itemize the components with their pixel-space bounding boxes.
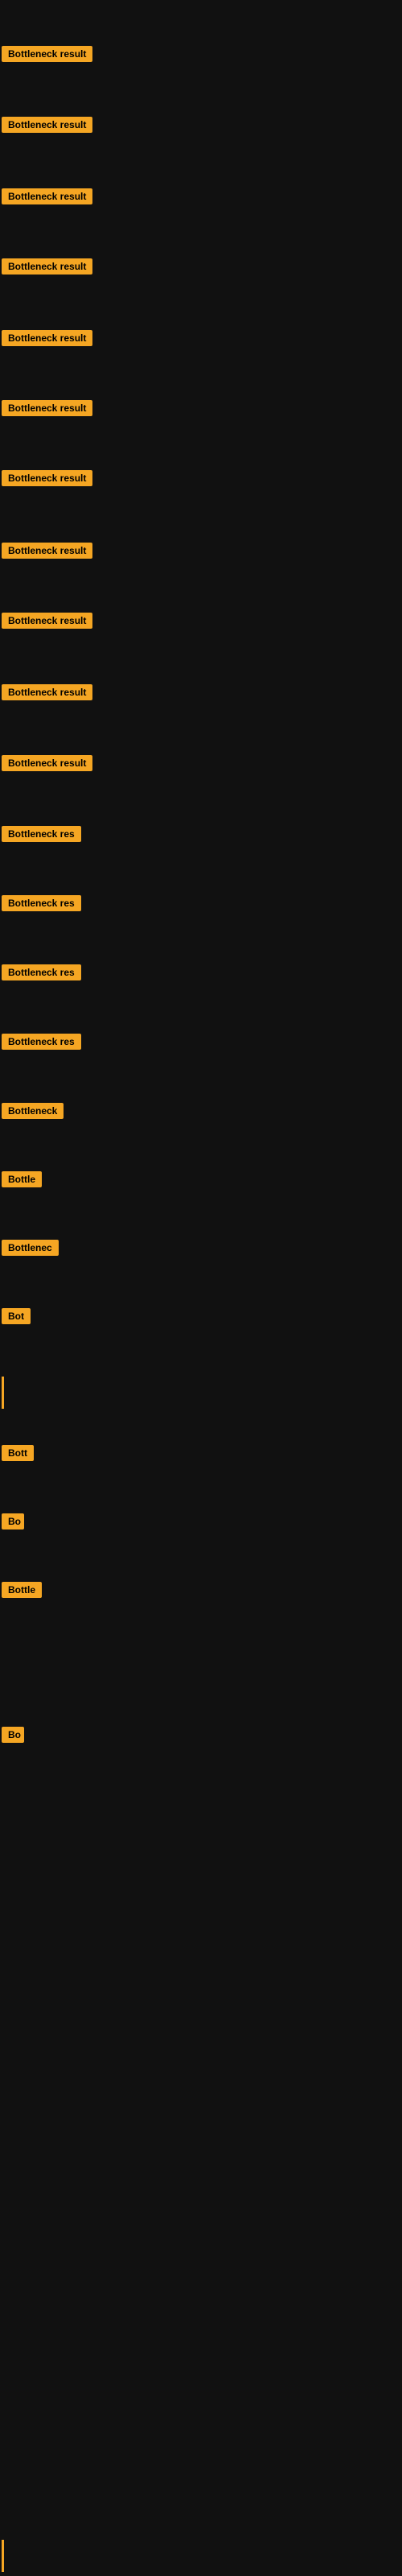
bottleneck-result-badge[interactable]: Bottleneck: [2, 1103, 64, 1123]
bottleneck-result-badge[interactable]: Bottleneck result: [2, 470, 92, 490]
badge-label: Bottleneck res: [2, 964, 81, 980]
badge-label: Bott: [2, 1445, 34, 1461]
site-title: [0, 0, 402, 10]
badge-label: Bottleneck result: [2, 755, 92, 771]
vertical-bar-accent: [2, 1377, 4, 1409]
badge-label: Bottleneck result: [2, 258, 92, 275]
badge-label: Bottleneck result: [2, 46, 92, 62]
badge-label: Bottleneck res: [2, 826, 81, 842]
bottleneck-result-badge[interactable]: Bott: [2, 1445, 34, 1465]
bottleneck-result-badge[interactable]: Bottleneck res: [2, 895, 81, 915]
badge-label: Bottlenec: [2, 1240, 59, 1256]
badge-label: Bottleneck result: [2, 117, 92, 133]
bottleneck-result-badge[interactable]: Bottleneck result: [2, 330, 92, 350]
badge-label: Bottleneck result: [2, 684, 92, 700]
bottleneck-result-badge[interactable]: Bottleneck result: [2, 755, 92, 775]
bottleneck-result-badge[interactable]: Bottleneck result: [2, 613, 92, 633]
badge-label: Bottleneck result: [2, 470, 92, 486]
bottleneck-result-badge[interactable]: Bo: [2, 1513, 24, 1534]
bottleneck-result-badge[interactable]: Bottleneck res: [2, 964, 81, 985]
badge-label: Bottleneck result: [2, 400, 92, 416]
bottleneck-result-badge[interactable]: Bot: [2, 1308, 31, 1328]
badge-label: Bottleneck result: [2, 613, 92, 629]
badge-label: Bottle: [2, 1171, 42, 1187]
badge-label: Bottleneck res: [2, 1034, 81, 1050]
bottleneck-result-badge[interactable]: Bottleneck result: [2, 543, 92, 563]
badge-label: Bot: [2, 1308, 31, 1324]
badge-label: Bottle: [2, 1582, 42, 1598]
bottleneck-result-badge[interactable]: Bottleneck res: [2, 826, 81, 846]
badge-label: Bo: [2, 1513, 24, 1530]
bottleneck-result-badge[interactable]: Bottleneck res: [2, 1034, 81, 1054]
badge-label: Bottleneck result: [2, 330, 92, 346]
badge-label: Bottleneck result: [2, 188, 92, 204]
bottleneck-result-badge[interactable]: Bottleneck result: [2, 188, 92, 208]
badge-label: Bottleneck res: [2, 895, 81, 911]
bottleneck-result-badge[interactable]: Bottleneck result: [2, 46, 92, 66]
bottleneck-result-badge[interactable]: Bottleneck result: [2, 117, 92, 137]
bottleneck-result-badge[interactable]: Bottle: [2, 1582, 42, 1602]
bottleneck-result-badge[interactable]: Bo: [2, 1727, 24, 1747]
bottleneck-result-badge[interactable]: Bottlenec: [2, 1240, 59, 1260]
vertical-bar-accent: [2, 2540, 4, 2572]
bottleneck-result-badge[interactable]: Bottleneck result: [2, 400, 92, 420]
badge-label: Bottleneck: [2, 1103, 64, 1119]
bottleneck-result-badge[interactable]: Bottleneck result: [2, 258, 92, 279]
badge-label: Bottleneck result: [2, 543, 92, 559]
bottleneck-result-badge[interactable]: Bottle: [2, 1171, 42, 1191]
badge-label: Bo: [2, 1727, 24, 1743]
bottleneck-result-badge[interactable]: Bottleneck result: [2, 684, 92, 704]
